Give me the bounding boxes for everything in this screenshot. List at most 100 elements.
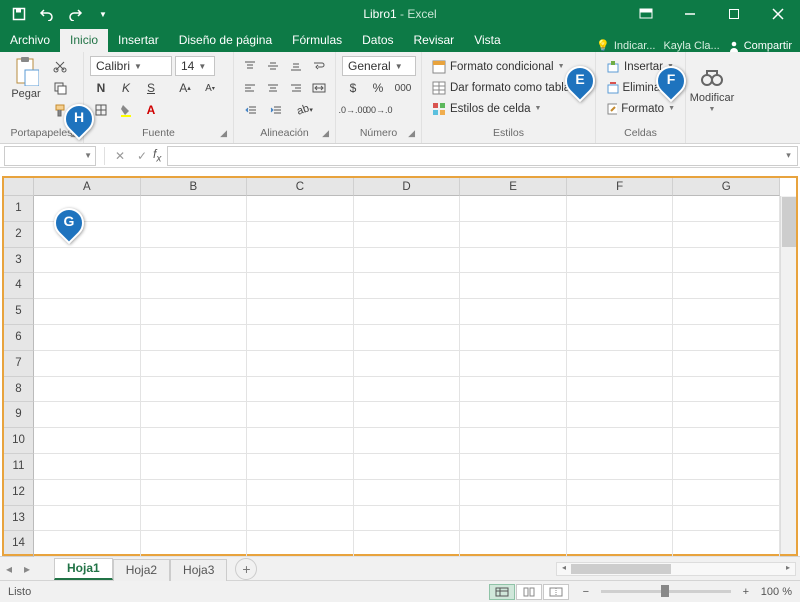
borders-icon[interactable] xyxy=(90,100,112,120)
accounting-icon[interactable]: $ xyxy=(342,78,364,98)
cancel-formula-icon[interactable]: ✕ xyxy=(109,146,131,166)
delete-cells[interactable]: Eliminar▼ xyxy=(602,77,679,98)
thousands-icon[interactable]: 000 xyxy=(392,78,414,98)
page-layout-view-icon[interactable] xyxy=(516,584,542,600)
insert-cells[interactable]: Insertar▼ xyxy=(602,56,679,77)
paste-button[interactable]: Pegar xyxy=(6,56,46,100)
zoom-slider[interactable] xyxy=(601,590,731,593)
cut-icon[interactable] xyxy=(49,56,71,76)
row-header[interactable]: 6 xyxy=(4,325,34,351)
bold-button[interactable]: N xyxy=(90,78,112,98)
fx-icon[interactable]: fx xyxy=(153,147,161,164)
find-select[interactable]: Modificar ▼ xyxy=(692,56,732,122)
maximize-button[interactable] xyxy=(712,0,756,28)
percent-icon[interactable]: % xyxy=(367,78,389,98)
col-header[interactable]: A xyxy=(34,178,141,196)
tab-diseno[interactable]: Diseño de página xyxy=(169,29,282,52)
wrap-text-icon[interactable] xyxy=(309,56,329,76)
user-name[interactable]: Kayla Cla... xyxy=(663,40,719,52)
tab-vista[interactable]: Vista xyxy=(464,29,510,52)
row-header[interactable]: 11 xyxy=(4,454,34,480)
copy-icon[interactable] xyxy=(49,78,71,98)
col-header[interactable]: D xyxy=(354,178,461,196)
row-header[interactable]: 2 xyxy=(4,222,34,248)
row-header[interactable]: 9 xyxy=(4,402,34,428)
align-middle-icon[interactable] xyxy=(263,56,283,76)
vertical-scrollbar[interactable] xyxy=(780,196,796,554)
row-header[interactable]: 4 xyxy=(4,273,34,299)
share-button[interactable]: Compartir xyxy=(728,40,792,52)
sheet-tab[interactable]: Hoja2 xyxy=(113,559,170,581)
align-bottom-icon[interactable] xyxy=(286,56,306,76)
col-header[interactable]: C xyxy=(247,178,354,196)
sheet-tab[interactable]: Hoja1 xyxy=(54,558,113,580)
formula-input[interactable] xyxy=(167,146,780,166)
normal-view-icon[interactable] xyxy=(489,584,515,600)
align-right-icon[interactable] xyxy=(286,78,306,98)
minimize-button[interactable] xyxy=(668,0,712,28)
sheet-tab[interactable]: Hoja3 xyxy=(170,559,227,581)
dialog-launcher-icon[interactable]: ◢ xyxy=(220,128,227,139)
col-header[interactable]: B xyxy=(141,178,248,196)
align-center-icon[interactable] xyxy=(263,78,283,98)
close-button[interactable] xyxy=(756,0,800,28)
cell-styles[interactable]: Estilos de celda ▼ xyxy=(428,98,589,119)
sheet-nav-prev-icon[interactable]: ◂ xyxy=(0,558,18,580)
format-cells[interactable]: Formato▼ xyxy=(602,98,679,119)
save-icon[interactable] xyxy=(6,1,32,27)
font-size-combo[interactable]: 14▼ xyxy=(175,56,215,76)
name-box[interactable]: ▼ xyxy=(4,146,96,166)
tab-revisar[interactable]: Revisar xyxy=(404,29,465,52)
new-sheet-button[interactable]: + xyxy=(235,558,257,580)
zoom-in-button[interactable]: + xyxy=(739,586,753,598)
col-header[interactable]: E xyxy=(460,178,567,196)
horizontal-scrollbar[interactable]: ◂▸ xyxy=(556,562,796,576)
qat-dropdown-icon[interactable]: ▼ xyxy=(90,1,116,27)
tell-me[interactable]: 💡 Indicar... xyxy=(596,39,655,52)
fill-color-icon[interactable] xyxy=(115,100,137,120)
orientation-icon[interactable]: ab▾ xyxy=(290,100,320,120)
col-header[interactable]: G xyxy=(673,178,780,196)
cell-area[interactable] xyxy=(34,196,780,554)
dialog-launcher-icon[interactable]: ◢ xyxy=(322,128,329,139)
page-break-view-icon[interactable] xyxy=(543,584,569,600)
col-header[interactable]: F xyxy=(567,178,674,196)
redo-icon[interactable] xyxy=(62,1,88,27)
sheet-nav-next-icon[interactable]: ▸ xyxy=(18,558,36,580)
ribbon-display-icon[interactable] xyxy=(624,0,668,28)
zoom-level[interactable]: 100 % xyxy=(761,586,792,598)
row-header[interactable]: 1 xyxy=(4,196,34,222)
tab-insertar[interactable]: Insertar xyxy=(108,29,169,52)
font-color-icon[interactable]: A xyxy=(140,100,162,120)
decrease-decimal-icon[interactable]: .00→.0 xyxy=(367,100,389,120)
tab-datos[interactable]: Datos xyxy=(352,29,403,52)
dialog-launcher-icon[interactable]: ◢ xyxy=(70,128,77,139)
tab-formulas[interactable]: Fórmulas xyxy=(282,29,352,52)
tab-archivo[interactable]: Archivo xyxy=(0,29,60,52)
expand-formula-bar-icon[interactable]: ▾ xyxy=(780,146,798,166)
enter-formula-icon[interactable]: ✓ xyxy=(131,146,153,166)
decrease-font-icon[interactable]: A▾ xyxy=(199,78,221,98)
row-header[interactable]: 14 xyxy=(4,531,34,557)
tab-inicio[interactable]: Inicio xyxy=(60,29,108,52)
font-name-combo[interactable]: Calibri▼ xyxy=(90,56,172,76)
conditional-formatting[interactable]: Formato condicional ▼ xyxy=(428,56,589,77)
row-header[interactable]: 7 xyxy=(4,351,34,377)
dialog-launcher-icon[interactable]: ◢ xyxy=(408,128,415,139)
underline-button[interactable]: S xyxy=(140,78,162,98)
align-left-icon[interactable] xyxy=(240,78,260,98)
undo-icon[interactable] xyxy=(34,1,60,27)
row-header[interactable]: 13 xyxy=(4,506,34,532)
align-top-icon[interactable] xyxy=(240,56,260,76)
decrease-indent-icon[interactable] xyxy=(240,100,262,120)
row-header[interactable]: 5 xyxy=(4,299,34,325)
format-as-table[interactable]: Dar formato como tabla ▼ xyxy=(428,77,589,98)
row-header[interactable]: 3 xyxy=(4,248,34,274)
number-format-combo[interactable]: General▼ xyxy=(342,56,416,76)
row-header[interactable]: 12 xyxy=(4,480,34,506)
zoom-out-button[interactable]: − xyxy=(579,586,593,598)
row-header[interactable]: 8 xyxy=(4,377,34,403)
italic-button[interactable]: K xyxy=(115,78,137,98)
increase-decimal-icon[interactable]: .0→.00 xyxy=(342,100,364,120)
increase-indent-icon[interactable] xyxy=(265,100,287,120)
